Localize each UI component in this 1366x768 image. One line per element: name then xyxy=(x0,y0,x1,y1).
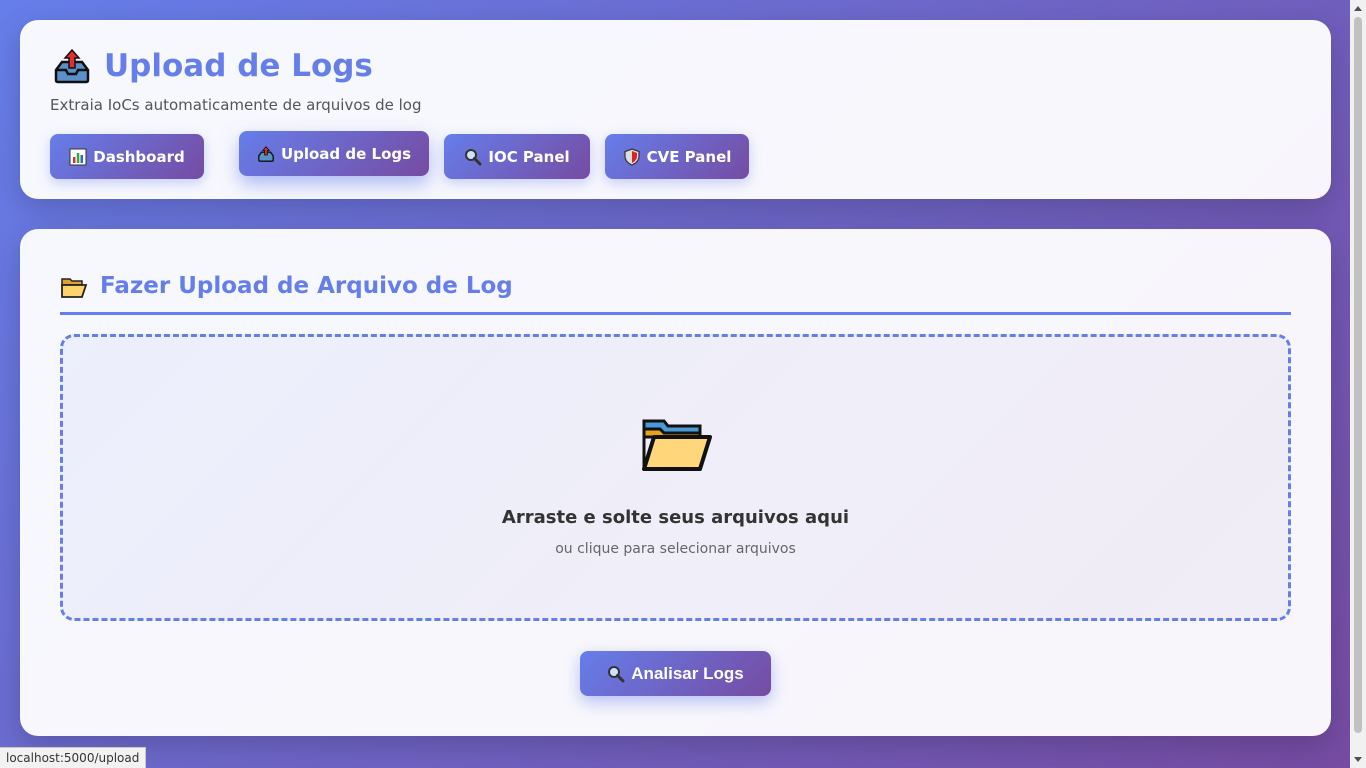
page-subtitle: Extraia IoCs automaticamente de arquivos… xyxy=(50,96,422,114)
page-title-row: Upload de Logs xyxy=(52,46,373,86)
open-folder-icon xyxy=(640,415,712,475)
nav-ioc-label: IOC Panel xyxy=(488,147,570,166)
nav-ioc-button[interactable]: IOC Panel xyxy=(444,134,590,179)
analyze-logs-button[interactable]: Analisar Logs xyxy=(580,651,771,696)
header-card: Upload de Logs Extraia IoCs automaticame… xyxy=(20,20,1331,199)
nav-dashboard-label: Dashboard xyxy=(93,147,185,166)
dropzone-subtitle: ou clique para selecionar arquivos xyxy=(555,541,796,557)
scrollbar-thumb[interactable] xyxy=(1354,17,1362,733)
section-title: Fazer Upload de Arquivo de Log xyxy=(100,273,513,299)
nav-dashboard-button[interactable]: Dashboard xyxy=(50,134,204,179)
dropzone-title: Arraste e solte seus arquivos aqui xyxy=(501,507,850,528)
vertical-scrollbar[interactable] xyxy=(1350,0,1366,768)
file-dropzone[interactable]: Arraste e solte seus arquivos aqui ou cl… xyxy=(60,334,1291,621)
magnifier-icon xyxy=(464,148,482,166)
outbox-tray-icon xyxy=(52,46,92,86)
shield-icon xyxy=(623,147,641,166)
nav-cve-button[interactable]: CVE Panel xyxy=(605,134,749,179)
outbox-tray-icon xyxy=(257,145,275,163)
magnifier-icon xyxy=(607,665,625,683)
link-status-bar: localhost:5000/upload xyxy=(0,747,147,768)
page-title: Upload de Logs xyxy=(104,48,373,84)
page-viewport: Upload de Logs Extraia IoCs automaticame… xyxy=(0,0,1350,768)
nav-cve-label: CVE Panel xyxy=(646,147,732,166)
nav-upload-label: Upload de Logs xyxy=(280,144,412,163)
open-folder-icon xyxy=(60,275,88,299)
upload-card: Fazer Upload de Arquivo de Log Arraste e… xyxy=(20,229,1331,736)
scroll-down-arrow-icon[interactable] xyxy=(1350,752,1366,768)
scroll-up-arrow-icon[interactable] xyxy=(1350,0,1366,16)
analyze-logs-label: Analisar Logs xyxy=(631,663,744,683)
section-title-row: Fazer Upload de Arquivo de Log xyxy=(60,273,1291,315)
nav-upload-button[interactable]: Upload de Logs xyxy=(239,131,429,176)
bar-chart-icon xyxy=(69,148,87,166)
